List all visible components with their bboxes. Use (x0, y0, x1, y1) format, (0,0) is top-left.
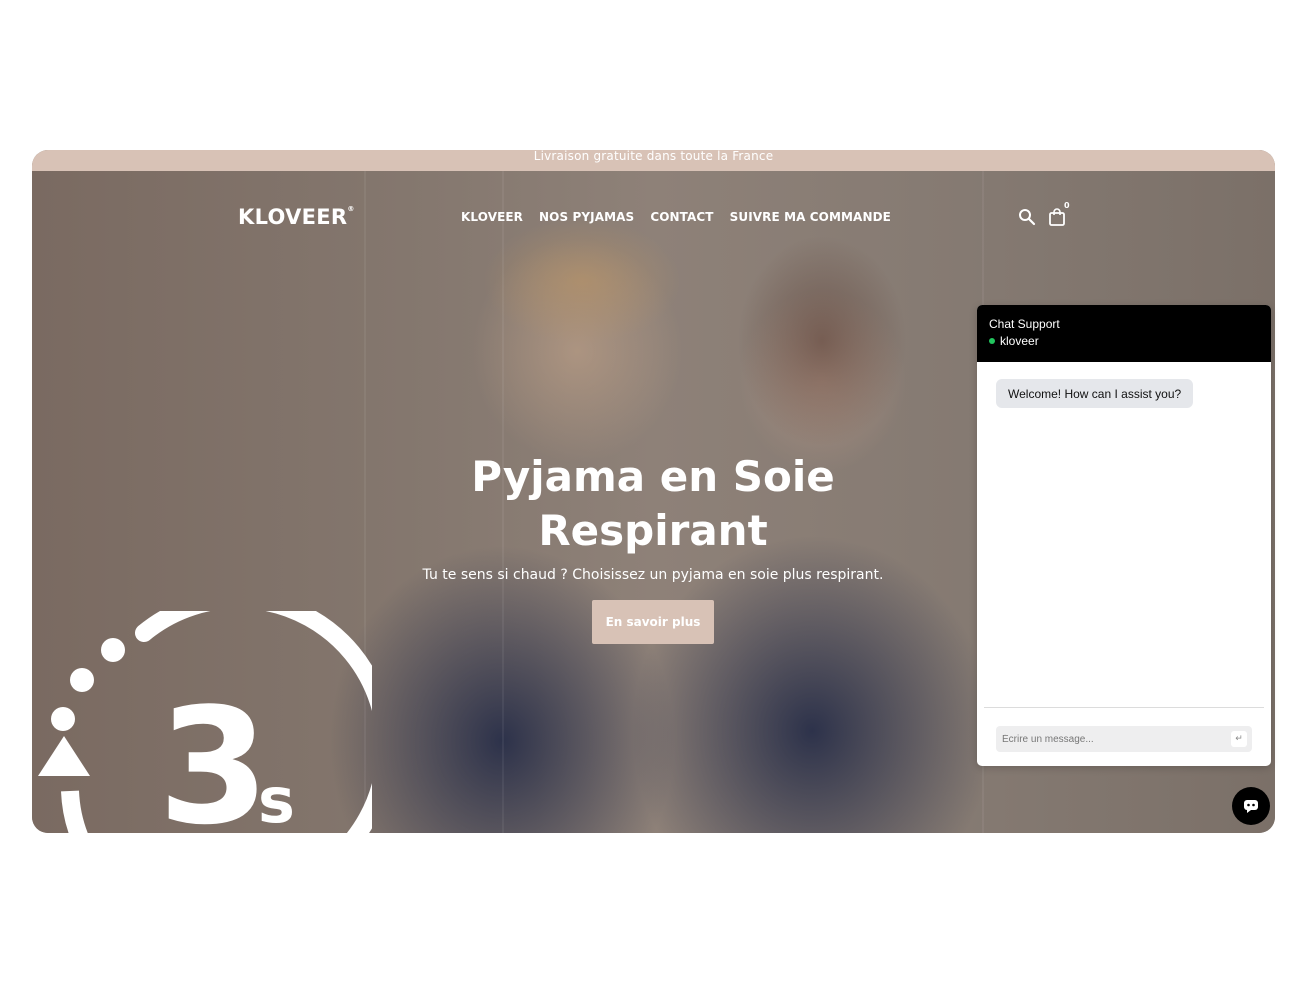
send-icon[interactable]: ↵ (1231, 731, 1247, 747)
nav-item-kloveer[interactable]: KLOVEER (461, 210, 523, 224)
chat-status: kloveer (989, 334, 1259, 348)
cart-icon[interactable] (1047, 207, 1067, 227)
nav-item-nos-pyjamas[interactable]: NOS PYJAMAS (539, 210, 634, 224)
chat-input-container: ↵ (996, 726, 1252, 752)
search-icon[interactable] (1017, 207, 1037, 227)
chat-message-bubble: Welcome! How can I assist you? (996, 379, 1194, 408)
chat-launcher-button[interactable] (1232, 787, 1270, 825)
announcement-bar: Livraison gratuite dans toute la France (32, 150, 1275, 171)
main-nav: KLOVEER NOS PYJAMAS CONTACT SUIVRE MA CO… (461, 210, 891, 224)
chat-panel: Chat Support kloveer Welcome! How can I … (977, 305, 1271, 766)
online-status-dot (989, 338, 995, 344)
site-logo[interactable]: KLOVEER® (238, 205, 355, 229)
chatbot-icon (1244, 800, 1258, 813)
chat-agent-name: kloveer (1000, 334, 1039, 348)
cart-count-badge: 0 (1064, 201, 1070, 210)
chat-title: Chat Support (989, 317, 1060, 331)
timer-digit: 3 (158, 673, 269, 833)
hero-title-line-2: Respirant (538, 506, 768, 555)
logo-text: KLOVEER (238, 205, 348, 229)
chat-divider (984, 707, 1264, 708)
hero-title-line-1: Pyjama en Soie (471, 452, 835, 501)
hero-subtitle: Tu te sens si chaud ? Choisissez un pyja… (422, 567, 884, 583)
timer-overlay: 3 s (38, 611, 372, 833)
chat-header: Chat Support kloveer (977, 305, 1271, 362)
nav-item-suivre-ma-commande[interactable]: SUIVRE MA COMMANDE (730, 210, 891, 224)
hero-title: Pyjama en Soie Respirant (352, 450, 954, 558)
nav-item-contact[interactable]: CONTACT (650, 210, 713, 224)
learn-more-button[interactable]: En savoir plus (592, 600, 714, 644)
chat-message-input[interactable] (996, 733, 1231, 745)
registered-mark: ® (347, 205, 355, 213)
timer-unit: s (258, 764, 295, 833)
